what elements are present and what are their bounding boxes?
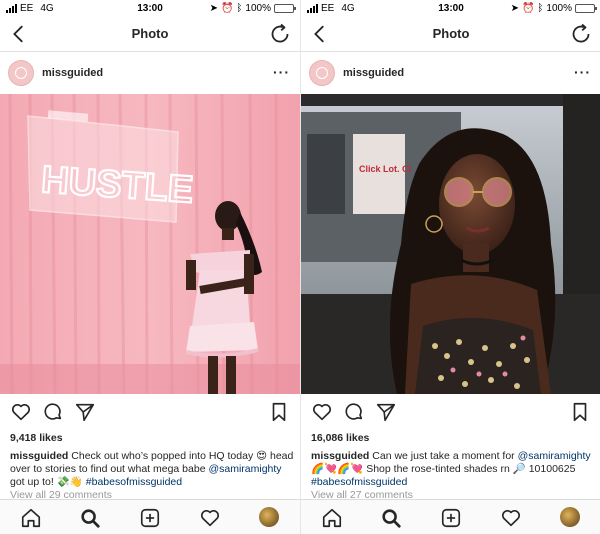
caption-hashtag[interactable]: #babesofmissguided <box>86 476 182 488</box>
alarm-icon: ⏰ <box>220 3 234 14</box>
caption-username[interactable]: missguided <box>10 450 68 462</box>
status-right: ➤ ⏰ ᛒ 100% <box>209 3 296 14</box>
bluetooth-icon: ᛒ <box>537 3 544 14</box>
post-photo[interactable]: Click Lot. Cl <box>301 94 600 394</box>
comment-icon[interactable] <box>343 401 365 423</box>
status-bar: EE 4G 13:00 ➤ ⏰ ᛒ 100% <box>0 0 300 18</box>
home-icon[interactable] <box>321 507 343 529</box>
post-photo[interactable]: HUSTLE <box>0 94 300 394</box>
post-username[interactable]: missguided <box>42 67 103 79</box>
search-icon[interactable] <box>380 507 402 529</box>
heart-icon[interactable] <box>10 401 32 423</box>
page-title: Photo <box>131 26 169 41</box>
tab-bar <box>0 499 300 534</box>
refresh-icon[interactable] <box>268 22 292 46</box>
tab-bar <box>301 499 600 534</box>
status-bar: EE 4G 13:00 ➤ ⏰ ᛒ 100% <box>301 0 600 18</box>
location-icon: ➤ <box>510 3 519 14</box>
caption-text: Can we just take a moment for <box>369 450 518 462</box>
add-icon[interactable] <box>139 507 161 529</box>
shop-sign-text: Click Lot. Cl <box>359 164 411 174</box>
bookmark-icon[interactable] <box>569 401 591 423</box>
add-icon[interactable] <box>440 507 462 529</box>
status-right: ➤ ⏰ ᛒ 100% <box>510 3 597 14</box>
caption-mention[interactable]: @samiramighty <box>208 463 281 475</box>
profile-avatar-icon[interactable] <box>259 507 279 527</box>
more-options-icon[interactable]: ··· <box>273 64 290 80</box>
profile-avatar-icon[interactable] <box>560 507 580 527</box>
location-icon: ➤ <box>209 3 218 14</box>
post-header: missguided ··· <box>0 58 300 90</box>
caption-hashtag[interactable]: #babesofmissguided <box>311 476 407 488</box>
refresh-icon[interactable] <box>569 22 593 46</box>
activity-heart-icon[interactable] <box>199 507 221 529</box>
post-actions <box>301 401 600 425</box>
battery-icon <box>274 4 296 13</box>
share-icon[interactable] <box>375 401 397 423</box>
battery-percent: 100% <box>245 3 271 14</box>
post-actions <box>0 401 300 425</box>
search-icon[interactable] <box>79 507 101 529</box>
nav-bar: Photo <box>0 18 300 52</box>
share-icon[interactable] <box>74 401 96 423</box>
post-caption: missguided Can we just take a moment for… <box>311 450 595 489</box>
post-username[interactable]: missguided <box>343 67 404 79</box>
screen-right: EE 4G 13:00 ➤ ⏰ ᛒ 100% Photo missguided … <box>300 0 600 534</box>
caption-mention[interactable]: @samiramighty <box>518 450 591 462</box>
battery-icon <box>575 4 597 13</box>
heart-icon[interactable] <box>311 401 333 423</box>
more-options-icon[interactable]: ··· <box>574 64 591 80</box>
post-caption: missguided Check out who’s popped into H… <box>10 450 294 489</box>
avatar[interactable] <box>8 60 34 86</box>
caption-username[interactable]: missguided <box>311 450 369 462</box>
post-header: missguided ··· <box>301 58 600 90</box>
avatar[interactable] <box>309 60 335 86</box>
caption-text-after: 🌈💘🌈💘 Shop the rose-tinted shades rn 🔎 10… <box>311 463 576 475</box>
nav-bar: Photo <box>301 18 600 52</box>
alarm-icon: ⏰ <box>521 3 535 14</box>
comment-icon[interactable] <box>42 401 64 423</box>
photo-hustle-image: HUSTLE <box>0 94 300 394</box>
likes-count[interactable]: 16,086 likes <box>311 432 369 444</box>
caption-text-after: got up to! 💸👋 <box>10 476 86 488</box>
bookmark-icon[interactable] <box>268 401 290 423</box>
bluetooth-icon: ᛒ <box>236 3 243 14</box>
screens: EE 4G 13:00 ➤ ⏰ ᛒ 100% Photo missguided … <box>0 0 600 534</box>
battery-percent: 100% <box>546 3 572 14</box>
photo-car-portrait-image: Click Lot. Cl <box>301 94 600 394</box>
page-title: Photo <box>432 26 470 41</box>
home-icon[interactable] <box>20 507 42 529</box>
likes-count[interactable]: 9,418 likes <box>10 432 63 444</box>
screen-left: EE 4G 13:00 ➤ ⏰ ᛒ 100% Photo missguided … <box>0 0 300 534</box>
activity-heart-icon[interactable] <box>500 507 522 529</box>
